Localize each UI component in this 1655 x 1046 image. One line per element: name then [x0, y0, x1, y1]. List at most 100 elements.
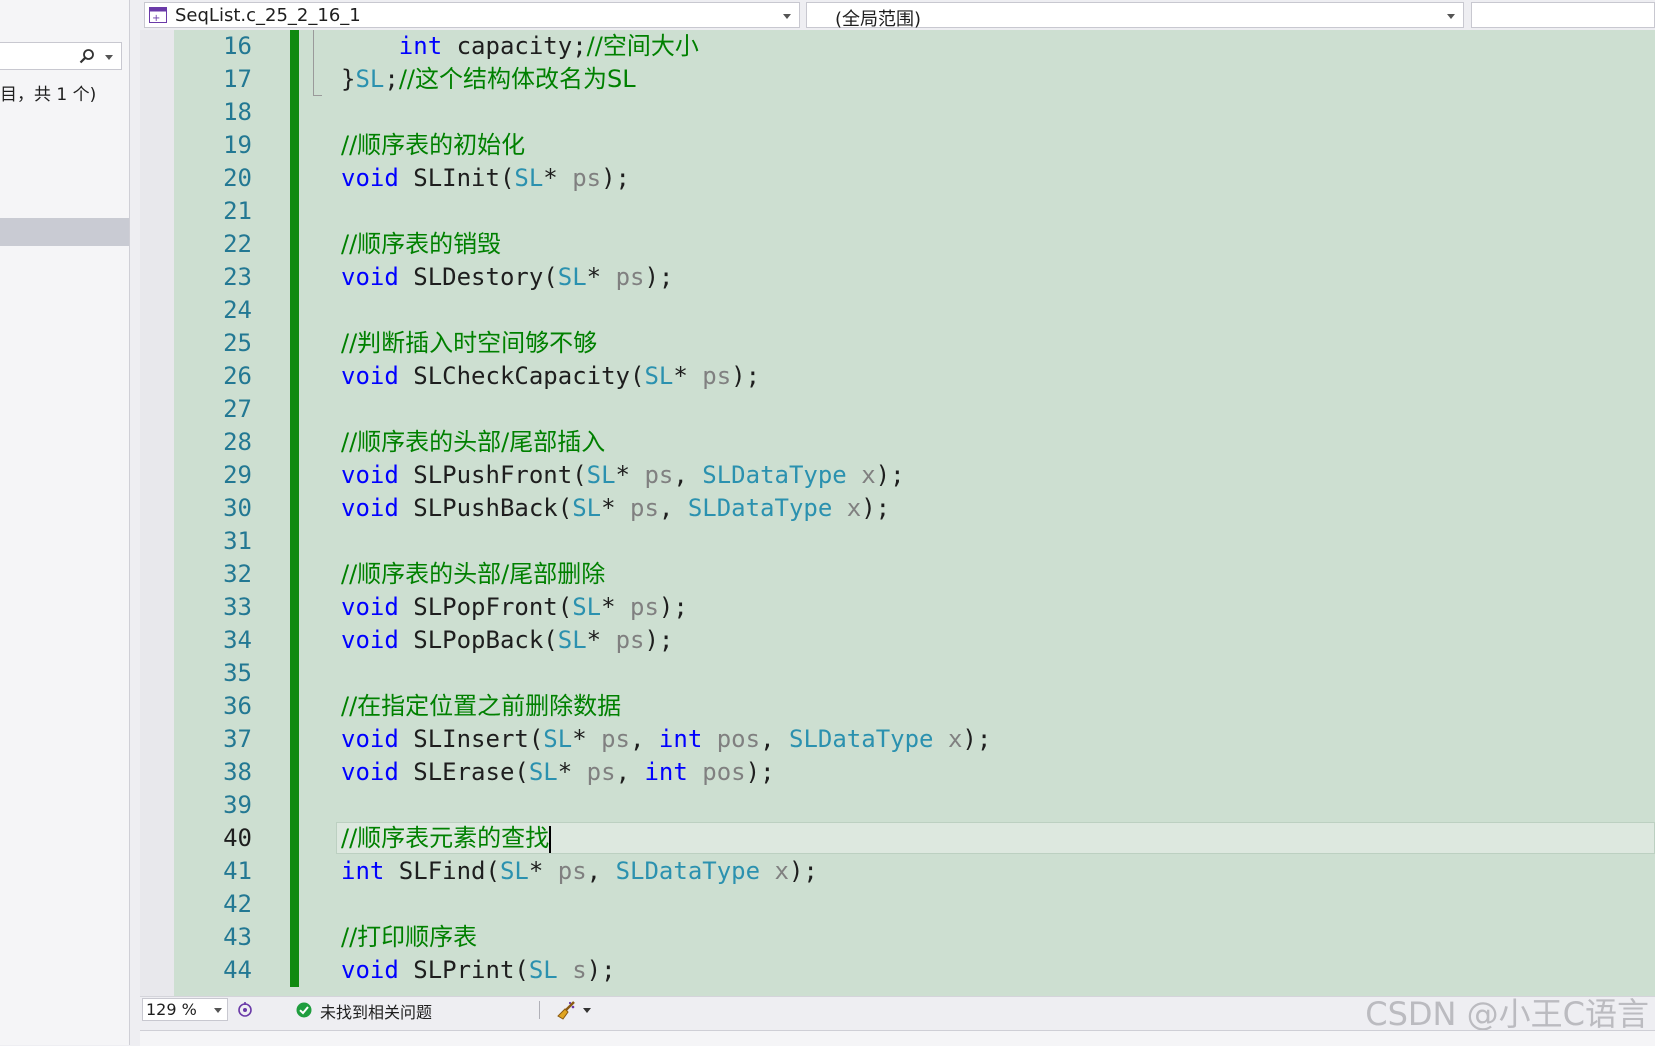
code-comment: //顺序表的头部/尾部删除 [341, 560, 606, 588]
code-keyword: int [341, 857, 385, 885]
editor-status-bar: 129 % 未找到相关问题 CSDN @小王C语言 [140, 995, 1655, 1033]
status-divider [539, 1001, 540, 1019]
code-text: ); [658, 593, 688, 621]
line-number: 34 [223, 626, 252, 654]
line-number: 33 [223, 593, 252, 621]
code-line[interactable]: void SLPopBack(SL* ps); [341, 624, 673, 657]
code-type: SL [572, 593, 602, 621]
solution-search-input[interactable] [0, 42, 122, 70]
code-parameter: ps [630, 593, 659, 621]
code-keyword: void [341, 164, 399, 192]
code-line[interactable]: //顺序表的初始化 [341, 129, 525, 162]
code-parameter: ps [557, 857, 587, 885]
code-text: , [630, 725, 659, 753]
code-parameter: x [846, 494, 862, 522]
code-text: * [615, 461, 645, 489]
issues-status[interactable]: 未找到相关问题 [320, 999, 432, 1023]
scope-label: (全局范围) [835, 9, 922, 30]
code-line[interactable]: }SL;//这个结构体改名为SL [341, 63, 636, 96]
code-type: SL [355, 65, 385, 93]
zoom-level: 129 % [146, 1000, 197, 1019]
code-type: SL [528, 956, 558, 984]
code-line[interactable]: void SLErase(SL* ps, int pos); [341, 756, 775, 789]
code-comment: //在指定位置之前删除数据 [341, 692, 622, 720]
code-line[interactable]: void SLDestory(SL* ps); [341, 261, 673, 294]
code-line[interactable]: //顺序表的头部/尾部删除 [341, 558, 605, 591]
code-text: * [557, 758, 587, 786]
code-line[interactable]: //顺序表的头部/尾部插入 [341, 426, 605, 459]
selection-margin[interactable] [140, 30, 174, 996]
c-project-icon: + [149, 7, 167, 23]
code-line[interactable]: void SLInit(SL* ps); [341, 162, 630, 195]
code-text: SLFind( [384, 857, 500, 885]
line-number: 27 [223, 395, 252, 423]
code-line[interactable]: int SLFind(SL* ps, SLDataType x); [341, 855, 818, 888]
code-type: SL [543, 725, 573, 753]
code-comment: //顺序表元素的查找 [341, 824, 550, 852]
code-type: SL [557, 626, 587, 654]
code-parameter: ps [644, 461, 674, 489]
code-text: , [658, 494, 688, 522]
code-keyword: void [341, 461, 399, 489]
solution-selected-item[interactable] [0, 218, 129, 246]
code-line[interactable]: //在指定位置之前删除数据 [341, 690, 621, 723]
line-number: 32 [223, 560, 252, 588]
code-text: SLPopFront( [398, 593, 573, 621]
code-line[interactable]: void SLPushFront(SL* ps, SLDataType x); [341, 459, 905, 492]
chevron-down-icon [214, 1008, 222, 1013]
code-editor[interactable]: int capacity;//空间大小}SL;//这个结构体改名为SL //顺序表… [140, 30, 1655, 996]
solution-item-count: 目，共 1 个) [0, 85, 97, 105]
code-text: ); [601, 164, 631, 192]
code-type: SL [528, 758, 558, 786]
scope-dropdown[interactable]: (全局范围) [806, 2, 1464, 30]
solution-explorer-panel: 目，共 1 个) [0, 0, 130, 1045]
code-text: ; [384, 65, 399, 93]
code-text: SLDestory( [398, 263, 558, 291]
code-keyword: void [341, 362, 399, 390]
code-parameter: x [774, 857, 789, 885]
editor-navigation-bar: + SeqList.c_25_2_16_1 (全局范围) [140, 0, 1655, 30]
code-line[interactable]: //打印顺序表 [341, 921, 477, 954]
code-line[interactable]: void SLCheckCapacity(SL* ps); [341, 360, 760, 393]
intellicode-icon[interactable] [236, 1001, 254, 1019]
code-line[interactable]: void SLPrint(SL s); [341, 954, 616, 987]
project-dropdown[interactable]: + SeqList.c_25_2_16_1 [144, 2, 800, 28]
code-type: SLDataType [615, 857, 761, 885]
member-dropdown[interactable] [1471, 2, 1655, 28]
line-number: 20 [223, 164, 252, 192]
code-parameter: ps [601, 725, 631, 753]
code-line[interactable]: void SLPushBack(SL* ps, SLDataType x); [341, 492, 890, 525]
code-keyword: void [341, 626, 399, 654]
code-cleanup-brush-icon[interactable] [556, 999, 578, 1021]
text-caret [549, 825, 552, 853]
code-line[interactable]: void SLInsert(SL* ps, int pos, SLDataTyp… [341, 723, 991, 756]
code-keyword: void [341, 725, 399, 753]
zoom-level-dropdown[interactable]: 129 % [142, 998, 228, 1021]
code-text: } [341, 65, 356, 93]
code-line[interactable]: //判断插入时空间够不够 [341, 327, 597, 360]
code-parameter: ps [586, 758, 616, 786]
code-parameter: ps [702, 362, 732, 390]
code-line[interactable]: //顺序表元素的查找 [341, 822, 552, 855]
code-line[interactable]: //顺序表的销毁 [341, 228, 501, 261]
line-number: 26 [223, 362, 252, 390]
line-number: 43 [223, 923, 252, 951]
code-line[interactable]: void SLPopFront(SL* ps); [341, 591, 688, 624]
chevron-down-icon[interactable] [583, 1008, 591, 1013]
chevron-down-icon [783, 14, 791, 19]
code-comment: //判断插入时空间够不够 [341, 329, 598, 357]
code-text: * [601, 593, 630, 621]
search-options-dropdown-icon[interactable] [105, 55, 113, 60]
code-text: ); [788, 857, 818, 885]
line-number: 41 [223, 857, 252, 885]
code-keyword: void [341, 593, 399, 621]
code-keyword: int [398, 32, 443, 60]
code-text: ); [861, 494, 891, 522]
code-text: , [586, 857, 616, 885]
code-line[interactable]: int capacity;//空间大小 [341, 30, 699, 63]
code-type: SLDataType [687, 494, 833, 522]
line-number: 44 [223, 956, 252, 984]
